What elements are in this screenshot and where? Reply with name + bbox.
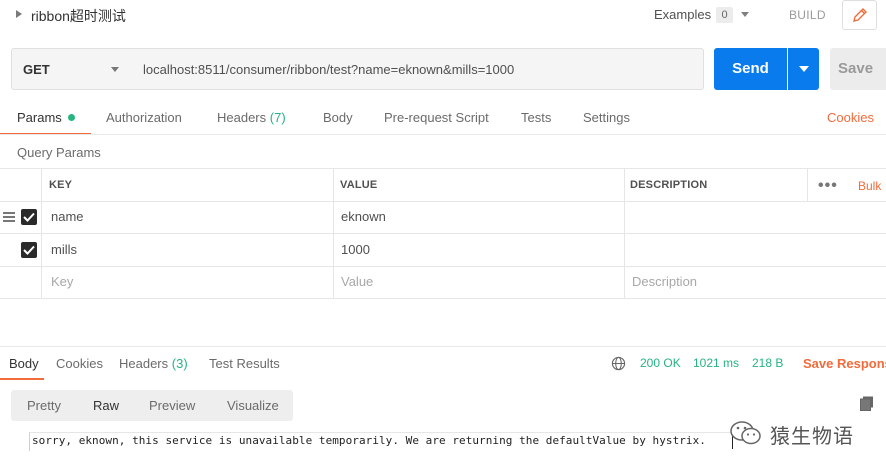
param-key[interactable]: mills: [51, 242, 77, 257]
pencil-icon: [853, 8, 867, 22]
divider: [0, 201, 886, 202]
build-button[interactable]: BUILD: [789, 8, 826, 22]
tab-settings[interactable]: Settings: [583, 110, 630, 125]
url-input[interactable]: localhost:8511/consumer/ribbon/test?name…: [132, 48, 704, 90]
send-button[interactable]: Send: [714, 48, 787, 90]
view-tab-raw[interactable]: Raw: [93, 398, 119, 413]
divider: [0, 168, 886, 169]
tab-label: Headers: [217, 110, 267, 125]
param-value[interactable]: 1000: [341, 242, 370, 257]
examples-count-badge: 0: [716, 7, 733, 23]
headers-count: (7): [269, 110, 286, 125]
new-value-input[interactable]: Value: [341, 274, 373, 289]
divider: [333, 168, 334, 298]
tab-body[interactable]: Body: [323, 110, 353, 125]
globe-icon[interactable]: [611, 356, 626, 371]
param-checkbox[interactable]: [21, 209, 37, 225]
tab-params[interactable]: Params: [17, 110, 75, 125]
collapse-caret-icon[interactable]: [16, 10, 22, 18]
tab-label: Headers: [119, 356, 169, 371]
params-active-dot: [67, 114, 75, 122]
divider: [807, 168, 808, 201]
bulk-edit-button[interactable]: Bulk: [858, 179, 881, 193]
send-options-button[interactable]: [788, 48, 819, 90]
response-status: 200 OK: [640, 356, 681, 370]
save-button[interactable]: Save: [830, 48, 886, 90]
chevron-down-icon: [799, 66, 809, 72]
tab-response-body[interactable]: Body: [9, 356, 39, 371]
headers-count: (3): [171, 356, 188, 371]
tab-test-results[interactable]: Test Results: [209, 356, 280, 371]
column-header-key: KEY: [49, 179, 73, 191]
tab-headers[interactable]: Headers (7): [217, 110, 286, 125]
divider: [624, 168, 625, 298]
divider: [0, 266, 886, 267]
view-tab-pretty[interactable]: Pretty: [27, 398, 61, 413]
view-tab-preview[interactable]: Preview: [149, 398, 195, 413]
save-response-button[interactable]: Save Respons: [803, 356, 886, 371]
copy-icon[interactable]: [860, 396, 874, 411]
url-text: localhost:8511/consumer/ribbon/test?name…: [143, 62, 515, 77]
query-params-title: Query Params: [17, 145, 101, 160]
wechat-logo-icon: [730, 421, 761, 445]
param-checkbox[interactable]: [21, 242, 37, 258]
method-select[interactable]: GET: [11, 48, 133, 90]
response-view-tabs: Pretty Raw Preview Visualize: [11, 390, 293, 421]
tab-tests[interactable]: Tests: [521, 110, 551, 125]
tab-response-headers[interactable]: Headers (3): [119, 356, 188, 371]
response-body-text[interactable]: sorry, eknown, this service is unavailab…: [32, 434, 706, 447]
param-key[interactable]: name: [51, 209, 84, 224]
divider: [0, 233, 886, 234]
divider: [0, 134, 886, 135]
new-key-input[interactable]: Key: [51, 274, 73, 289]
cookies-link[interactable]: Cookies: [827, 110, 874, 125]
query-params-table: KEY VALUE DESCRIPTION ••• Bulk name ekno…: [0, 168, 886, 299]
more-options-icon[interactable]: •••: [818, 177, 838, 195]
request-tabs: Params Authorization Headers (7) Body Pr…: [0, 104, 886, 135]
chevron-down-icon[interactable]: [741, 12, 749, 17]
method-label: GET: [23, 62, 50, 77]
tab-pre-request-script[interactable]: Pre-request Script: [384, 110, 489, 125]
request-title[interactable]: ribbon超时测试: [31, 6, 126, 26]
column-header-value: VALUE: [340, 179, 378, 191]
request-title-bar: ribbon超时测试 Examples 0 BUILD: [0, 0, 886, 32]
watermark-text: 猿生物语: [770, 426, 854, 448]
active-tab-indicator: [0, 378, 44, 380]
response-time: 1021 ms: [693, 356, 740, 370]
edit-button[interactable]: [842, 0, 877, 30]
check-icon: [23, 212, 35, 222]
view-tab-visualize[interactable]: Visualize: [227, 398, 279, 413]
param-value[interactable]: eknown: [341, 209, 386, 224]
check-icon: [23, 245, 35, 255]
watermark: 猿生物语: [730, 418, 880, 448]
divider: [41, 168, 42, 298]
chevron-down-icon: [111, 67, 119, 72]
column-header-description: DESCRIPTION: [630, 179, 708, 191]
response-tabs: Body Cookies Headers (3) Test Results 20…: [0, 346, 886, 380]
new-description-input[interactable]: Description: [632, 274, 697, 289]
drag-handle-icon[interactable]: [3, 212, 15, 224]
tab-authorization[interactable]: Authorization: [106, 110, 182, 125]
examples-dropdown[interactable]: Examples: [654, 7, 711, 22]
divider: [0, 298, 886, 299]
tab-response-cookies[interactable]: Cookies: [56, 356, 103, 371]
tab-label: Params: [17, 110, 62, 125]
response-size: 218 B: [752, 356, 784, 370]
